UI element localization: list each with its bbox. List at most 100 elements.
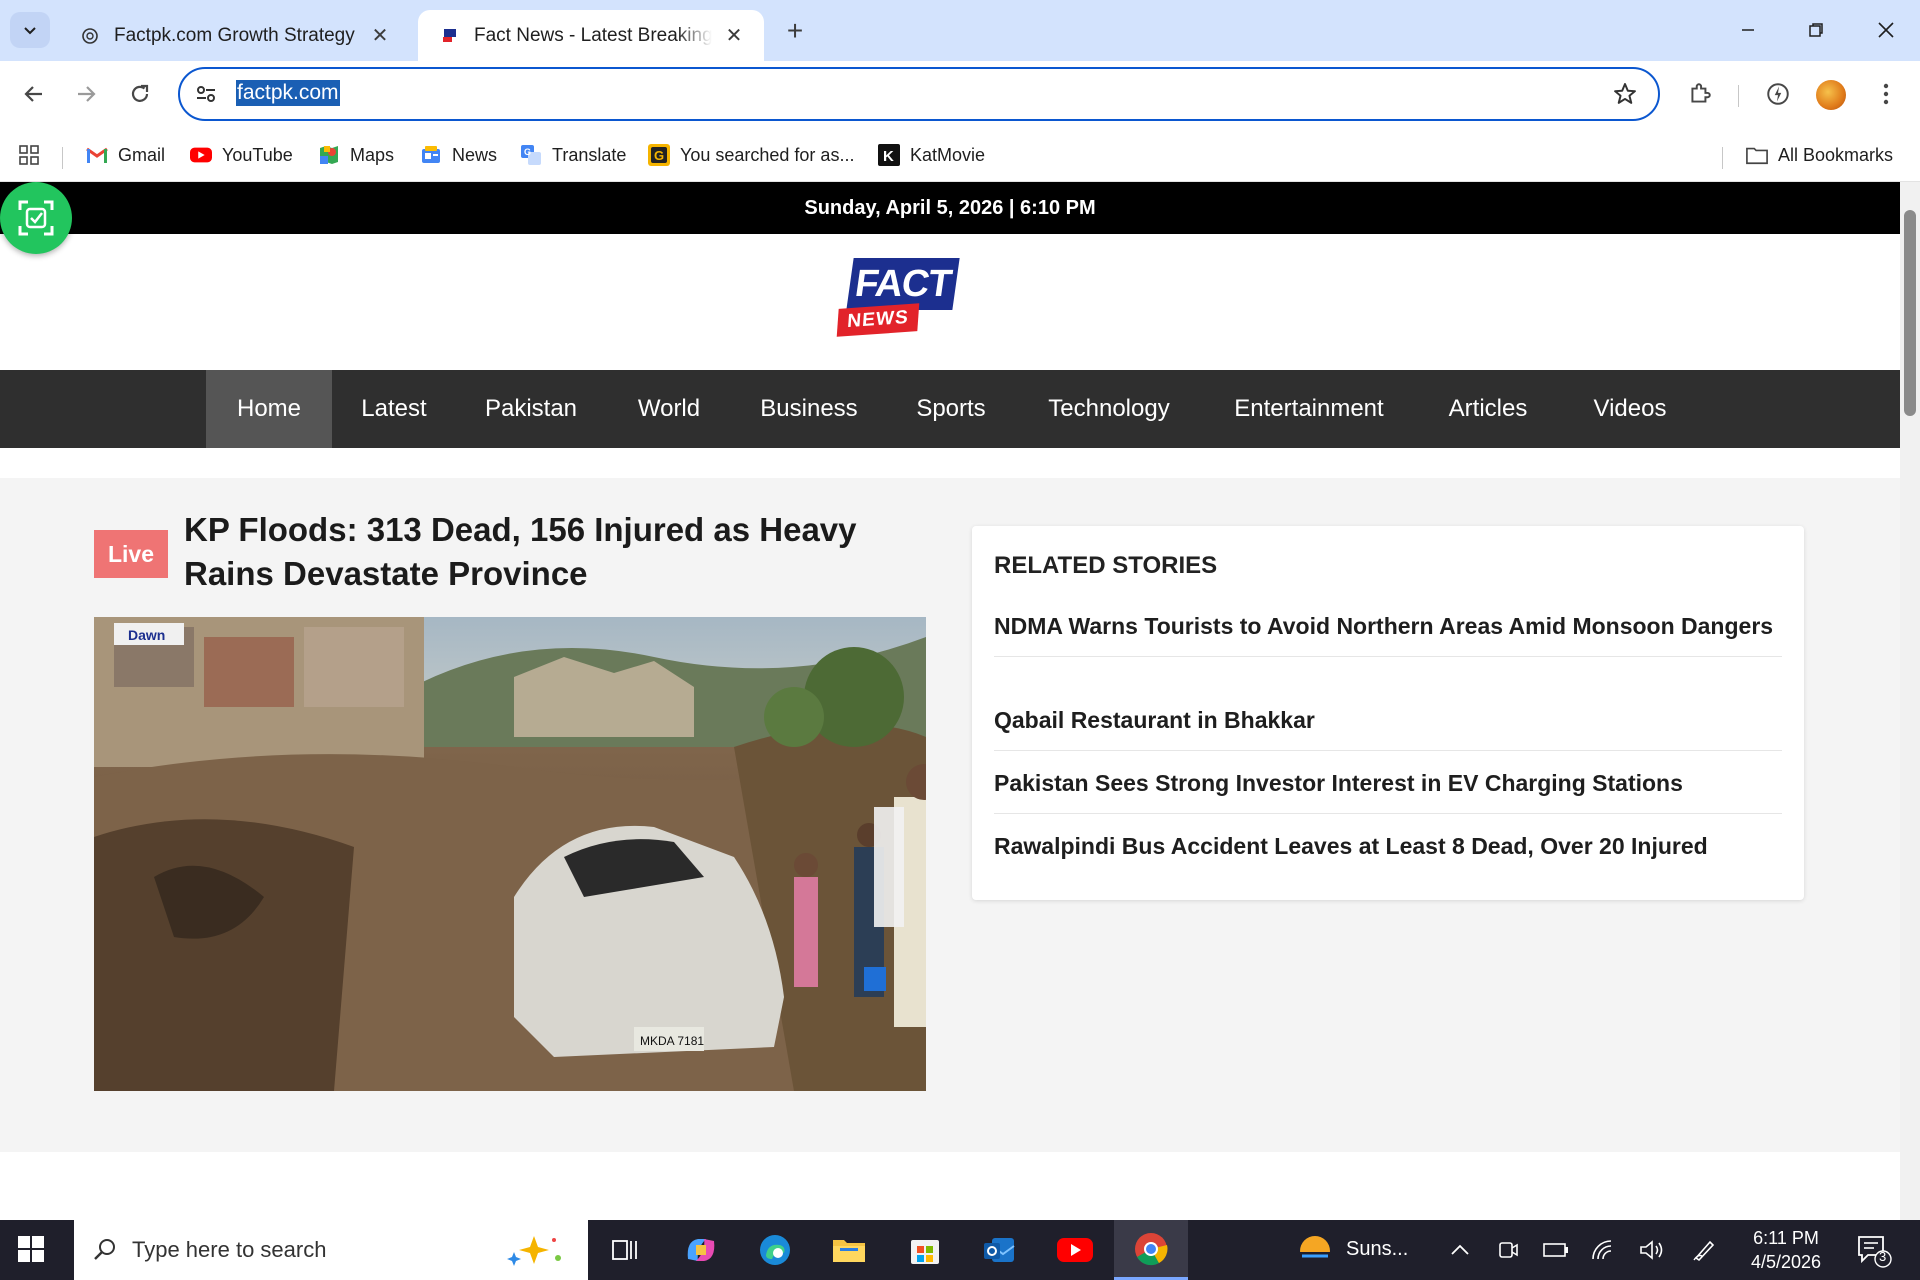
date-text: Sunday, April 5, 2026 | 6:10 PM bbox=[804, 196, 1096, 219]
weather-widget[interactable]: Suns... bbox=[1296, 1230, 1408, 1268]
start-button[interactable] bbox=[16, 1234, 46, 1269]
nav-world[interactable]: World bbox=[614, 370, 724, 448]
edge-app[interactable] bbox=[738, 1220, 812, 1280]
extensions-button[interactable] bbox=[1680, 74, 1720, 114]
windows-taskbar: Type here to search Suns... 6:11 PM 4/5/… bbox=[0, 1220, 1920, 1280]
gmail-icon bbox=[86, 144, 108, 166]
outlook-app[interactable] bbox=[962, 1220, 1036, 1280]
nav-videos[interactable]: Videos bbox=[1574, 370, 1686, 448]
url-text[interactable]: factpk.com bbox=[236, 80, 340, 106]
reload-icon bbox=[131, 84, 149, 102]
profile-avatar[interactable] bbox=[1816, 80, 1846, 110]
all-bookmarks-label: All Bookmarks bbox=[1778, 144, 1894, 165]
nav-technology[interactable]: Technology bbox=[1032, 370, 1186, 448]
nav-entertainment[interactable]: Entertainment bbox=[1214, 370, 1404, 448]
logo-fact-text: FACT bbox=[846, 258, 960, 310]
apps-button[interactable] bbox=[18, 141, 50, 169]
bookmark-star-icon[interactable] bbox=[1612, 81, 1638, 112]
chrome-app[interactable] bbox=[1114, 1220, 1188, 1280]
forward-button[interactable] bbox=[66, 74, 106, 114]
pen-tray[interactable] bbox=[1690, 1236, 1718, 1264]
microsoft-store-app[interactable] bbox=[888, 1220, 962, 1280]
file-explorer-app[interactable] bbox=[812, 1220, 886, 1280]
volume-tray[interactable] bbox=[1638, 1236, 1666, 1264]
k-icon: K bbox=[878, 144, 900, 166]
copilot-sparkle-icon bbox=[507, 1236, 561, 1266]
main-nav: Home Latest Pakistan World Business Spor… bbox=[0, 370, 1900, 448]
nav-pakistan[interactable]: Pakistan bbox=[466, 370, 596, 448]
battery-icon bbox=[1543, 1243, 1568, 1257]
page-scrollbar[interactable] bbox=[1900, 182, 1920, 1220]
bookmark-maps[interactable]: Maps bbox=[318, 141, 394, 169]
menu-button[interactable] bbox=[1866, 74, 1906, 114]
nav-home[interactable]: Home bbox=[206, 370, 332, 448]
clock-date: 4/5/2026 bbox=[1750, 1252, 1822, 1272]
nav-latest[interactable]: Latest bbox=[340, 370, 448, 448]
svg-text:G: G bbox=[524, 147, 531, 157]
performance-button[interactable] bbox=[1758, 74, 1798, 114]
close-tab-icon[interactable]: ✕ bbox=[722, 24, 746, 48]
puzzle-icon bbox=[1691, 83, 1711, 103]
date-bar: Sunday, April 5, 2026 | 6:10 PM bbox=[0, 182, 1900, 234]
screenshot-tool-button[interactable] bbox=[0, 182, 72, 254]
bookmark-news[interactable]: News bbox=[420, 141, 497, 169]
notification-count: 3 bbox=[1879, 1249, 1887, 1264]
close-tab-icon[interactable]: ✕ bbox=[368, 24, 392, 48]
back-button[interactable] bbox=[14, 74, 54, 114]
sun-icon bbox=[1296, 1236, 1334, 1268]
site-settings-icon[interactable] bbox=[194, 82, 218, 111]
weather-text: Suns... bbox=[1346, 1237, 1409, 1260]
network-tray[interactable] bbox=[1590, 1236, 1618, 1264]
tab-fact-news[interactable]: Fact News - Latest Breaking News ✕ bbox=[418, 10, 764, 61]
bookmark-youtube[interactable]: YouTube bbox=[190, 141, 293, 169]
clock-time: 6:11 PM bbox=[1753, 1228, 1819, 1248]
show-hidden-icons[interactable] bbox=[1446, 1236, 1474, 1264]
related-story-link[interactable]: Qabail Restaurant in Bhakkar bbox=[994, 704, 1782, 751]
tab-search-button[interactable] bbox=[10, 12, 50, 48]
youtube-icon bbox=[1057, 1238, 1093, 1262]
copilot-icon bbox=[687, 1239, 715, 1261]
restore-button[interactable] bbox=[1788, 8, 1844, 52]
related-story-link[interactable]: Rawalpindi Bus Accident Leaves at Least … bbox=[994, 830, 1782, 876]
site-logo[interactable]: FACT NEWS bbox=[836, 258, 960, 342]
reload-button[interactable] bbox=[120, 74, 160, 114]
all-bookmarks-button[interactable]: All Bookmarks bbox=[1746, 141, 1893, 169]
copilot-app[interactable] bbox=[664, 1220, 738, 1280]
meet-now-tray[interactable] bbox=[1494, 1236, 1522, 1264]
tab-title: Factpk.com Growth Strategy bbox=[114, 24, 355, 46]
scrollbar-thumb[interactable] bbox=[1904, 210, 1916, 416]
spacer bbox=[0, 448, 1900, 478]
restore-icon bbox=[1809, 23, 1823, 37]
minimize-button[interactable] bbox=[1720, 8, 1776, 52]
nav-articles[interactable]: Articles bbox=[1430, 370, 1546, 448]
image-sign-text: Dawn bbox=[128, 627, 165, 643]
bookmark-translate[interactable]: G Translate bbox=[520, 141, 626, 169]
featured-image[interactable]: Dawn MKDA 7181 bbox=[94, 617, 926, 1091]
bookmark-gmail[interactable]: Gmail bbox=[86, 141, 165, 169]
new-tab-button[interactable]: + bbox=[778, 14, 812, 48]
fact-news-favicon bbox=[440, 26, 460, 46]
bookmark-label: Translate bbox=[552, 144, 627, 165]
related-story-link[interactable]: NDMA Warns Tourists to Avoid Northern Ar… bbox=[994, 610, 1782, 657]
featured-headline[interactable]: KP Floods: 313 Dead, 156 Injured as Heav… bbox=[184, 508, 904, 596]
youtube-app[interactable] bbox=[1038, 1220, 1112, 1280]
system-clock[interactable]: 6:11 PM 4/5/2026 bbox=[1740, 1226, 1832, 1274]
related-story-link[interactable]: Pakistan Sees Strong Investor Interest i… bbox=[994, 767, 1782, 814]
arrow-left-icon bbox=[24, 86, 42, 102]
close-window-button[interactable] bbox=[1858, 8, 1914, 52]
task-view-button[interactable] bbox=[588, 1220, 662, 1280]
notification-icon bbox=[1858, 1236, 1892, 1268]
toolbar-divider bbox=[1738, 85, 1739, 107]
tab-strip: Factpk.com Growth Strategy ✕ Fact News -… bbox=[0, 0, 1920, 61]
notifications-button[interactable]: 3 bbox=[1856, 1234, 1892, 1273]
nav-business[interactable]: Business bbox=[744, 370, 874, 448]
taskbar-search[interactable]: Type here to search bbox=[74, 1220, 588, 1280]
camera-icon bbox=[1499, 1242, 1518, 1258]
battery-tray[interactable] bbox=[1542, 1236, 1570, 1264]
bookmark-katmovie[interactable]: K KatMovie bbox=[878, 141, 985, 169]
bookmark-label: Gmail bbox=[118, 144, 166, 165]
bookmark-search-result[interactable]: G You searched for as... bbox=[648, 141, 854, 169]
address-bar[interactable]: factpk.com bbox=[178, 67, 1660, 121]
tab-factpk-growth[interactable]: Factpk.com Growth Strategy ✕ bbox=[58, 10, 410, 61]
nav-sports[interactable]: Sports bbox=[894, 370, 1008, 448]
